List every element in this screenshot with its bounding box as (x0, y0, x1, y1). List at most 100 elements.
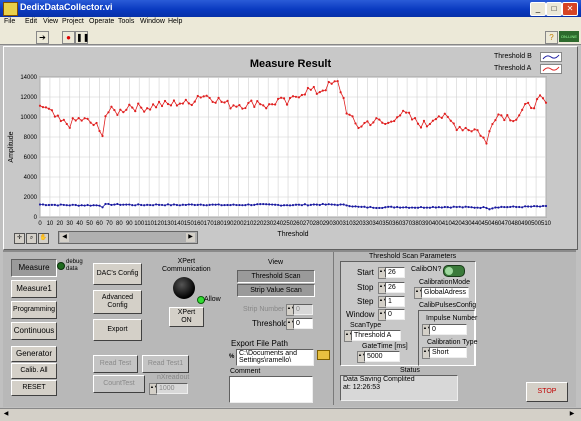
nxreadout-field[interactable]: 1000 (156, 383, 188, 394)
stop-button[interactable]: STOP (526, 382, 568, 402)
measure-chart[interactable]: 0 10 20 30 40 50 60 70 80 90 100 110 120 130 140 150 160… (0, 0, 581, 250)
pan-tool-icon[interactable]: ✋ (38, 233, 49, 244)
data-point (223, 203, 226, 207)
window-scroll-left-icon[interactable]: ◀ (1, 410, 11, 419)
data-point (271, 203, 274, 206)
data-point (458, 125, 461, 129)
measure-button[interactable]: Measure (11, 259, 57, 277)
reset-button[interactable]: RESET (11, 380, 57, 396)
impulse-field[interactable]: 0 (429, 324, 467, 335)
data-point (235, 105, 238, 108)
strip-value-scan-button[interactable]: Strip Value Scan (237, 284, 315, 297)
data-point (336, 204, 339, 207)
data-point (268, 103, 271, 106)
data-point (497, 113, 500, 116)
data-point (535, 98, 539, 101)
dacs-config-button[interactable]: DAC's Config (93, 263, 142, 285)
data-point (157, 100, 161, 103)
measure1-button[interactable]: Measure1 (11, 280, 57, 298)
calib-all-button[interactable]: Calib. All (11, 363, 57, 379)
data-point (324, 89, 327, 92)
data-point (163, 99, 167, 103)
data-point (413, 206, 417, 209)
threshold-field[interactable]: 0 (293, 318, 313, 329)
graph-scrollbar[interactable]: ◀ ▶ (58, 231, 198, 244)
data-point (205, 94, 208, 97)
data-point (220, 100, 223, 103)
calib-mode-select[interactable]: GlobalAdress (421, 287, 469, 298)
threshold-scan-button[interactable]: Threshold Scan (237, 270, 315, 283)
calib-type-select[interactable]: Short (429, 347, 467, 358)
scan-params-title: Threshold Scan Parameters (369, 253, 457, 260)
read-test1-button[interactable]: Read Test1 (142, 355, 189, 373)
zoom-tool-icon[interactable]: ⌕ (26, 233, 37, 244)
data-point (137, 203, 140, 206)
window-scrollbar[interactable]: ◀ ▶ (0, 408, 581, 421)
data-point (59, 119, 62, 123)
strip-number-field[interactable]: 0 (293, 304, 313, 315)
debug-led[interactable] (57, 262, 65, 270)
window-field[interactable]: 0 (385, 309, 405, 320)
step-field[interactable]: 1 (385, 296, 405, 307)
data-point (300, 93, 304, 97)
export-path-field[interactable]: C:\Documents and Settings\ramello\ (236, 349, 314, 366)
data-point (65, 204, 68, 207)
stop-label: Stop (357, 283, 374, 292)
browse-folder-icon[interactable] (317, 350, 330, 360)
data-point (77, 117, 80, 120)
gatetime-field[interactable]: 5000 (364, 351, 400, 362)
data-point (527, 205, 530, 208)
data-point (387, 205, 390, 208)
data-point (253, 105, 256, 108)
data-point (92, 204, 95, 207)
data-point (288, 204, 292, 207)
data-point (38, 104, 42, 107)
data-point (372, 121, 375, 124)
export-button[interactable]: Export (93, 319, 142, 341)
continuous-button[interactable]: Continuous (11, 322, 57, 340)
window-scroll-right-icon[interactable]: ▶ (567, 410, 577, 419)
data-point (196, 94, 199, 98)
read-test-button[interactable]: Read Test (93, 355, 138, 373)
comment-field[interactable] (229, 376, 313, 403)
data-point (399, 206, 402, 209)
data-point (110, 203, 113, 207)
xpert-on-button[interactable]: XPert ON (169, 307, 204, 327)
stop-field[interactable]: 26 (385, 282, 405, 293)
data-point (518, 114, 521, 117)
crosshair-tool-icon[interactable]: ✛ (14, 233, 25, 244)
programming-button[interactable]: Programming (11, 301, 57, 319)
data-point (235, 203, 238, 207)
data-point (244, 204, 247, 207)
scantype-select[interactable]: Threshold A (351, 330, 401, 341)
impulse-label: Impulse Number (426, 315, 478, 322)
data-point (181, 203, 184, 206)
data-point (95, 204, 98, 207)
y-tick-label: 12000 (20, 95, 37, 101)
data-point (62, 203, 65, 207)
data-point (488, 208, 491, 211)
data-point (532, 204, 536, 208)
data-point (372, 206, 375, 209)
x-tick-label: 510 (541, 221, 552, 227)
data-point (327, 80, 330, 84)
data-point (378, 118, 381, 121)
scroll-right-icon[interactable]: ▶ (186, 233, 195, 242)
data-point (86, 117, 89, 120)
data-point (107, 111, 110, 114)
advanced-config-button[interactable]: Advanced Config (93, 290, 142, 314)
y-tick-label: 0 (34, 215, 38, 221)
start-field[interactable]: 26 (385, 267, 405, 278)
data-point (318, 203, 321, 207)
count-test-button[interactable]: CountTest (93, 375, 145, 393)
data-point (92, 123, 95, 127)
generator-button[interactable]: Generator (11, 346, 57, 362)
data-point (104, 115, 107, 118)
scroll-left-icon[interactable]: ◀ (60, 233, 69, 242)
data-point (431, 119, 434, 122)
data-point (68, 204, 71, 207)
calib-toggle-knob (445, 267, 453, 275)
y-tick-label: 8000 (24, 135, 38, 141)
calib-on-toggle[interactable] (443, 265, 465, 277)
data-point (476, 206, 479, 209)
